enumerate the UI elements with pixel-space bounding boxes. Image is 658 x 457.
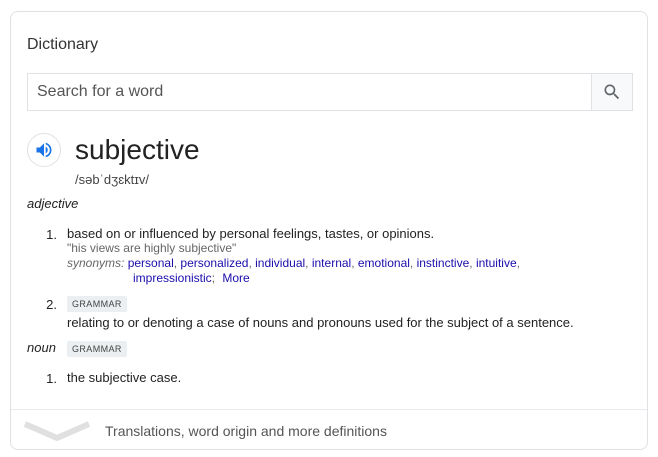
search-box [27,73,633,111]
synonym-link[interactable]: personal [128,256,174,270]
search-icon [604,84,620,100]
pronunciation-button[interactable] [27,133,61,167]
search-button[interactable] [591,74,632,110]
chevron-down-icon [23,421,91,442]
phonetic: /səbˈdʒɛktɪv/ [75,172,150,187]
synonym-link[interactable]: emotional [358,256,410,270]
more-synonyms-link[interactable]: More [222,271,249,285]
grammar-badge: GRAMMAR [67,341,127,357]
synonyms-list: synonyms: personal, personalized, indivi… [67,256,520,285]
synonym-link[interactable]: individual [255,256,305,270]
grammar-badge: GRAMMAR [67,296,127,312]
synonym-link[interactable]: impressionistic [133,271,212,285]
footer-label: Translations, word origin and more defin… [105,423,387,439]
definition-number: 1. [46,227,57,242]
more-definitions-expander[interactable]: Translations, word origin and more defin… [11,410,647,450]
definition-text: based on or influenced by personal feeli… [67,226,435,241]
part-of-speech-adjective: adjective [27,196,79,211]
definition-number: 2. [46,297,57,312]
definition-number: 1. [46,371,57,386]
speaker-icon [36,142,52,158]
synonym-link[interactable]: personalized [180,256,248,270]
definition-text: relating to or denoting a case of nouns … [67,315,574,330]
headword: subjective [75,134,200,165]
search-input[interactable] [28,74,591,110]
synonym-link[interactable]: intuitive [476,256,517,270]
part-of-speech-noun: noun [27,340,56,355]
synonym-link[interactable]: internal [312,256,351,270]
dictionary-card: Dictionary subjective /səbˈdʒɛktɪv/ adje… [10,11,648,450]
synonym-link[interactable]: instinctive [417,256,470,270]
definition-text: the subjective case. [67,370,182,385]
definition-example: "his views are highly subjective" [67,241,237,255]
synonyms-label: synonyms: [67,256,125,270]
card-title: Dictionary [27,36,99,53]
